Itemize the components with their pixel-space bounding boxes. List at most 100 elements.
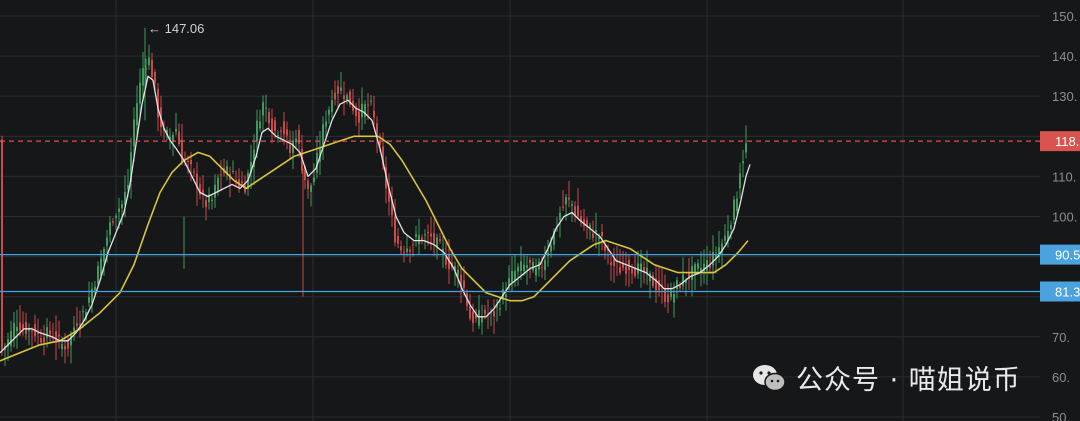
- candle-body: [31, 330, 33, 332]
- candle-body: [205, 200, 207, 208]
- candle-body: [16, 326, 18, 332]
- candle-body: [358, 111, 360, 123]
- candle-body: [232, 170, 234, 172]
- level-label: 118.: [1055, 134, 1079, 149]
- candle-body: [151, 59, 153, 77]
- candle-body: [106, 237, 108, 246]
- candle-body: [613, 258, 615, 266]
- y-tick-label: 100.: [1052, 210, 1077, 225]
- candle-body: [520, 261, 522, 272]
- candle-body: [511, 270, 513, 283]
- candle-body: [103, 248, 105, 262]
- candle-body: [328, 109, 330, 115]
- candle-body: [136, 103, 138, 126]
- candle-body: [343, 95, 345, 100]
- candle-body: [634, 268, 636, 276]
- candle-body: [286, 129, 288, 136]
- candle-body: [256, 120, 258, 142]
- candle-body: [307, 180, 309, 189]
- candle-body: [679, 285, 681, 289]
- y-tick-label: 70.: [1052, 330, 1070, 345]
- candle-body: [190, 160, 192, 165]
- candle-body: [517, 266, 519, 272]
- candle-body: [82, 311, 84, 313]
- candle-body: [730, 224, 732, 230]
- candle-body: [439, 239, 441, 241]
- candle-body: [610, 262, 612, 266]
- candle-body: [418, 235, 420, 245]
- candle-body: [70, 334, 72, 346]
- candle-body: [211, 199, 213, 202]
- candle-body: [262, 102, 264, 116]
- candle-body: [133, 119, 135, 147]
- candle-body: [139, 82, 141, 104]
- candle-body: [367, 104, 369, 106]
- candle-body: [559, 212, 561, 220]
- candle-body: [193, 171, 195, 173]
- candle-body: [337, 86, 339, 94]
- candle-body: [541, 267, 543, 269]
- ma-fast-line: [0, 75, 751, 354]
- y-tick-label: 110.: [1052, 169, 1076, 184]
- candle-body: [298, 129, 300, 144]
- candle-body: [340, 87, 342, 91]
- candle-body: [415, 234, 417, 237]
- ma-slow-line: [0, 135, 749, 362]
- watermark: 公众号 · 喵姐说币: [752, 358, 1021, 397]
- candle-body: [745, 143, 747, 153]
- candle-body: [175, 129, 177, 132]
- candle-body: [346, 95, 348, 100]
- candle-body: [484, 309, 486, 315]
- candle-body: [568, 197, 570, 200]
- candle-body: [121, 204, 123, 209]
- candle-body: [667, 294, 669, 303]
- candle-body: [313, 177, 315, 183]
- candle-body: [427, 232, 429, 234]
- y-tick-label: 140.: [1052, 49, 1077, 64]
- candle-body: [664, 288, 666, 302]
- candle-body: [463, 280, 465, 288]
- candle-body: [13, 323, 15, 338]
- candle-body: [295, 138, 297, 143]
- wechat-icon: [753, 364, 786, 391]
- y-tick-label: 130.: [1052, 89, 1077, 104]
- y-tick-label: 60.: [1052, 370, 1070, 385]
- candle-body: [97, 265, 99, 285]
- candle-body: [397, 235, 399, 244]
- candle-body: [331, 100, 333, 113]
- candle-body: [1, 139, 3, 350]
- candle-body: [76, 323, 78, 326]
- candle-body: [697, 263, 699, 269]
- candle-body: [265, 107, 267, 109]
- candle-body: [724, 235, 726, 241]
- candle-body: [409, 249, 411, 252]
- candle-body: [571, 204, 573, 206]
- candle-body: [601, 232, 603, 236]
- candle-body: [574, 206, 576, 215]
- candle-body: [274, 120, 276, 131]
- candle-body: [457, 269, 459, 276]
- candle-body: [370, 100, 372, 102]
- candle-body: [499, 308, 501, 310]
- peak-annotation: ← 147.06: [148, 21, 204, 36]
- candle-body: [220, 174, 222, 176]
- candle-body: [112, 221, 114, 223]
- candle-body: [544, 260, 546, 271]
- candle-body: [373, 110, 375, 118]
- candle-body: [532, 262, 534, 271]
- candle-body: [595, 230, 597, 233]
- candle-body: [430, 233, 432, 237]
- candle-body: [676, 280, 678, 290]
- candle-body: [322, 124, 324, 146]
- candle-body: [268, 112, 270, 124]
- candle-body: [217, 177, 219, 192]
- level-label: 90.5: [1055, 248, 1080, 263]
- candle-body: [535, 267, 537, 276]
- candle-body: [19, 322, 21, 331]
- candle-body: [64, 346, 66, 350]
- candle-body: [523, 264, 525, 272]
- candle-body: [736, 198, 738, 211]
- candle-body: [592, 233, 594, 238]
- candle-body: [271, 118, 273, 133]
- candle-body: [625, 266, 627, 274]
